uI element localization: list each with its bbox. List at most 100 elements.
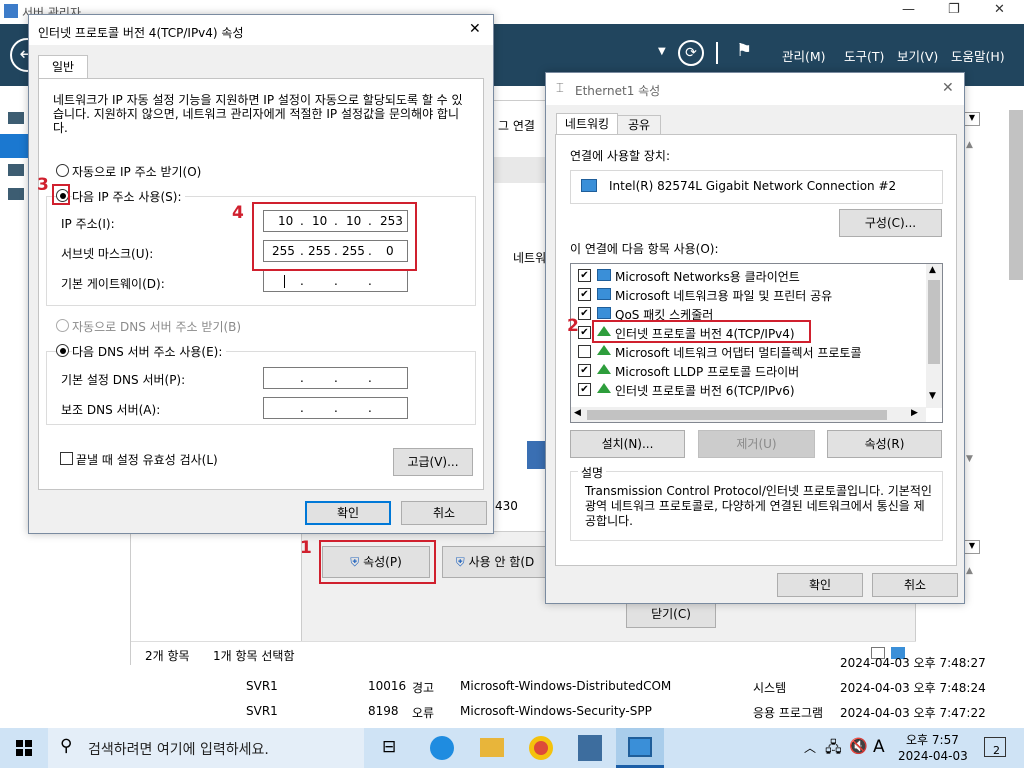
tab-networking[interactable]: 네트워킹: [556, 113, 618, 135]
configure-button[interactable]: 구성(C)...: [839, 209, 942, 237]
tab-general[interactable]: 일반: [38, 55, 88, 79]
component-checkbox[interactable]: ✔: [578, 269, 591, 282]
ime-indicator[interactable]: A: [873, 737, 885, 757]
event-row[interactable]: 2024-04-03 오후 7:48:27: [0, 650, 1000, 672]
file-explorer-icon[interactable]: [480, 738, 504, 757]
protocol-icon: [597, 364, 611, 374]
list-hscrollbar[interactable]: ◀ ▶: [571, 407, 926, 422]
install-button[interactable]: 설치(N)...: [570, 430, 685, 458]
all-servers-icon[interactable]: [8, 164, 24, 176]
alternate-dns-input[interactable]: . . .: [263, 397, 408, 419]
events-dropdown-icon[interactable]: ▼: [964, 540, 980, 554]
close-icon[interactable]: ✕: [942, 80, 954, 96]
ip-dot: .: [368, 371, 372, 385]
task-view-icon[interactable]: ⊟: [382, 737, 396, 757]
notification-flag-icon[interactable]: ⚑: [736, 40, 752, 61]
component-checkbox[interactable]: ✔: [578, 364, 591, 377]
notification-count: 2: [993, 744, 1000, 757]
minimize-icon[interactable]: —: [902, 2, 915, 17]
taskbar-search-box[interactable]: ⚲ 검색하려면 여기에 입력하세요.: [48, 728, 364, 768]
menu-tools[interactable]: 도구(T): [844, 46, 884, 65]
component-properties-button[interactable]: 속성(R): [827, 430, 942, 458]
validate-checkbox[interactable]: [60, 452, 73, 465]
protocol-icon: [597, 345, 611, 355]
manual-dns-radio[interactable]: [56, 344, 69, 357]
scroll-down-icon[interactable]: ▼: [929, 391, 936, 401]
section-scroll-up-icon[interactable]: ▲: [966, 140, 973, 150]
list-scrollbar[interactable]: ▲ ▼: [926, 264, 942, 408]
event-row[interactable]: SVR1 10016 경고 Microsoft-Windows-Distributed…: [0, 675, 1000, 697]
validate-label: 끝낼 때 설정 유효성 검사(L): [76, 453, 218, 467]
event-date: 2024-04-03 오후 7:48:27: [840, 656, 986, 670]
section-dropdown-icon[interactable]: ▼: [964, 112, 980, 126]
highlight-ipv4-item: [592, 320, 811, 343]
list-scrollbar-thumb[interactable]: [928, 280, 940, 364]
ipv4-cancel-button[interactable]: 취소: [401, 501, 487, 525]
events-scroll-up-icon[interactable]: ▲: [966, 566, 973, 576]
show-hidden-icons-icon[interactable]: ︿: [804, 739, 816, 756]
event-server: SVR1: [246, 704, 278, 718]
close-icon[interactable]: ✕: [994, 2, 1005, 17]
eth-ok-button[interactable]: 확인: [777, 573, 863, 597]
volume-muted-icon[interactable]: 🔇: [849, 737, 868, 755]
eth-cancel-button[interactable]: 취소: [872, 573, 958, 597]
windows-start-icon[interactable]: [16, 740, 32, 756]
ip-dot: .: [334, 274, 338, 288]
scroll-right-icon[interactable]: ▶: [911, 408, 918, 418]
auto-dns-radio[interactable]: [56, 319, 69, 332]
edge-browser-icon[interactable]: [430, 736, 454, 760]
close-icon[interactable]: ✕: [469, 21, 481, 37]
component-item[interactable]: ✔ Microsoft Networks용 클라이언트: [571, 266, 926, 285]
component-checkbox[interactable]: ✔: [578, 326, 591, 339]
description-title: 설명: [578, 464, 607, 481]
items-label: 이 연결에 다음 항목 사용(O):: [570, 242, 719, 256]
adapter-close-button[interactable]: 닫기(C): [626, 600, 716, 628]
ipv4-ok-button[interactable]: 확인: [305, 501, 391, 525]
menu-view[interactable]: 보기(V): [897, 46, 938, 65]
clock-date[interactable]: 2024-04-03: [898, 749, 968, 763]
section-scroll-down-icon[interactable]: ▼: [966, 454, 973, 464]
nav-local-server-selected[interactable]: [0, 134, 30, 158]
event-row[interactable]: SVR1 8198 오류 Microsoft-Windows-Security-SPP…: [0, 700, 1000, 722]
component-item[interactable]: ✔ Microsoft 네트워크용 파일 및 프린터 공유: [571, 285, 926, 304]
component-checkbox[interactable]: ✔: [578, 383, 591, 396]
refresh-icon[interactable]: ⟳: [678, 40, 704, 66]
tab-sharing[interactable]: 공유: [617, 115, 661, 135]
clock-time[interactable]: 오후 7:57: [906, 731, 959, 748]
network-connections-taskbar-button[interactable]: [616, 728, 664, 768]
scroll-left-icon[interactable]: ◀: [574, 408, 581, 418]
main-scrollbar-thumb[interactable]: [1009, 110, 1023, 280]
chrome-icon[interactable]: [529, 736, 553, 760]
component-checkbox[interactable]: ✔: [578, 288, 591, 301]
adapter-disable-button[interactable]: ⛨ 사용 안 함(D: [442, 546, 548, 578]
file-services-icon[interactable]: [8, 188, 24, 200]
menu-manage[interactable]: 관리(M): [782, 46, 826, 65]
preferred-dns-input[interactable]: . . .: [263, 367, 408, 389]
maximize-icon[interactable]: ❐: [948, 2, 960, 17]
manual-dns-label: 다음 DNS 서버 주소 사용(E):: [72, 343, 227, 360]
advanced-button[interactable]: 고급(V)...: [393, 448, 473, 476]
list-hscrollbar-thumb[interactable]: [587, 410, 887, 420]
dashboard-icon[interactable]: [8, 112, 24, 124]
gateway-input[interactable]: . . .: [263, 270, 408, 292]
dropdown-arrow-icon[interactable]: ▼: [658, 46, 666, 57]
search-icon: ⚲: [60, 736, 73, 756]
component-item[interactable]: Microsoft 네트워크 어댑터 멀티플렉서 프로토콜: [571, 342, 926, 361]
network-status-icon[interactable]: 🖧: [825, 737, 842, 762]
auto-dns-label: 자동으로 DNS 서버 주소 받기(B): [72, 320, 242, 334]
component-item[interactable]: ✔ Microsoft LLDP 프로토콜 드라이버: [571, 361, 926, 380]
event-server: SVR1: [246, 679, 278, 693]
menu-help[interactable]: 도움말(H): [951, 46, 1005, 65]
component-item[interactable]: ✔ 인터넷 프로토콜 버전 6(TCP/IPv6): [571, 380, 926, 399]
server-manager-taskbar-icon[interactable]: [578, 735, 602, 761]
network-service-icon: [597, 288, 611, 300]
component-checkbox[interactable]: ✔: [578, 307, 591, 320]
notification-center-icon[interactable]: 2: [984, 737, 1006, 757]
scroll-up-icon[interactable]: ▲: [929, 265, 936, 275]
protocol-icon: [597, 383, 611, 393]
component-checkbox[interactable]: [578, 345, 591, 358]
event-source: Microsoft-Windows-Security-SPP: [460, 704, 652, 718]
ip-address-label: IP 주소(I):: [61, 217, 115, 231]
auto-ip-radio[interactable]: [56, 164, 69, 177]
uninstall-button[interactable]: 제거(U): [698, 430, 815, 458]
